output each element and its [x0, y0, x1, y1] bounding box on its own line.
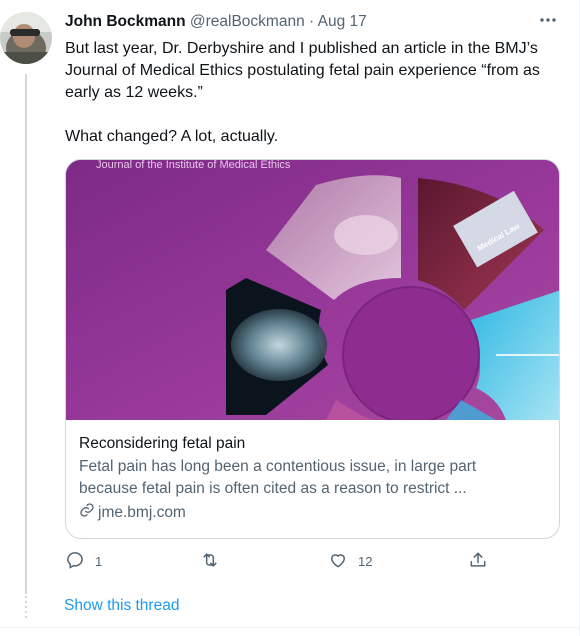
card-image: Journal of the Institute of Medical Ethi…	[66, 160, 559, 424]
author-handle[interactable]: @realBockmann	[190, 13, 305, 30]
reply-icon	[65, 550, 85, 573]
tweet-divider	[0, 627, 580, 628]
like-button[interactable]: 12	[328, 550, 372, 573]
share-icon	[468, 550, 488, 573]
avatar-image	[0, 12, 52, 64]
tweet-text: But last year, Dr. Derbyshire and I publ…	[65, 38, 570, 148]
card-description: Fetal pain has long been a contentious i…	[79, 456, 549, 500]
link-icon	[79, 502, 95, 524]
thread-connector-dots	[25, 596, 27, 618]
card-title: Reconsidering fetal pain	[79, 435, 246, 452]
share-button[interactable]	[468, 550, 488, 573]
reply-button[interactable]: 1	[65, 550, 102, 573]
card-description-line-1: Fetal pain has long been a contentious i…	[79, 458, 477, 475]
retweet-button[interactable]	[200, 550, 230, 573]
header-separator: ·	[309, 13, 315, 30]
card-domain: jme.bmj.com	[79, 502, 549, 524]
avatar[interactable]	[0, 12, 52, 64]
tweet-header: John Bockmann @realBockmann · Aug 17	[65, 12, 367, 32]
tweet-text-paragraph-2: What changed? A lot, actually.	[65, 128, 279, 145]
tweet-actions: 1 12	[65, 550, 505, 574]
svg-text:Journal of the Institute of Me: Journal of the Institute of Medical Ethi…	[96, 160, 291, 171]
heart-icon	[328, 550, 348, 573]
thread-connector-line	[25, 74, 27, 594]
show-thread-link[interactable]: Show this thread	[64, 597, 179, 615]
retweet-icon	[200, 550, 220, 573]
card-body: Reconsidering fetal pain Fetal pain has …	[79, 434, 549, 524]
card-description-line-2: because fetal pain is often cited as a r…	[79, 480, 467, 497]
tweet-date[interactable]: Aug 17	[318, 13, 367, 30]
like-count: 12	[358, 554, 373, 569]
more-horizontal-icon[interactable]	[538, 10, 558, 35]
card-domain-text: jme.bmj.com	[98, 504, 186, 521]
author-name[interactable]: John Bockmann	[65, 13, 186, 30]
link-preview-card[interactable]: Journal of the Institute of Medical Ethi…	[65, 159, 560, 539]
reply-count: 1	[95, 554, 103, 569]
tweet-text-paragraph-1: But last year, Dr. Derbyshire and I publ…	[65, 40, 540, 101]
